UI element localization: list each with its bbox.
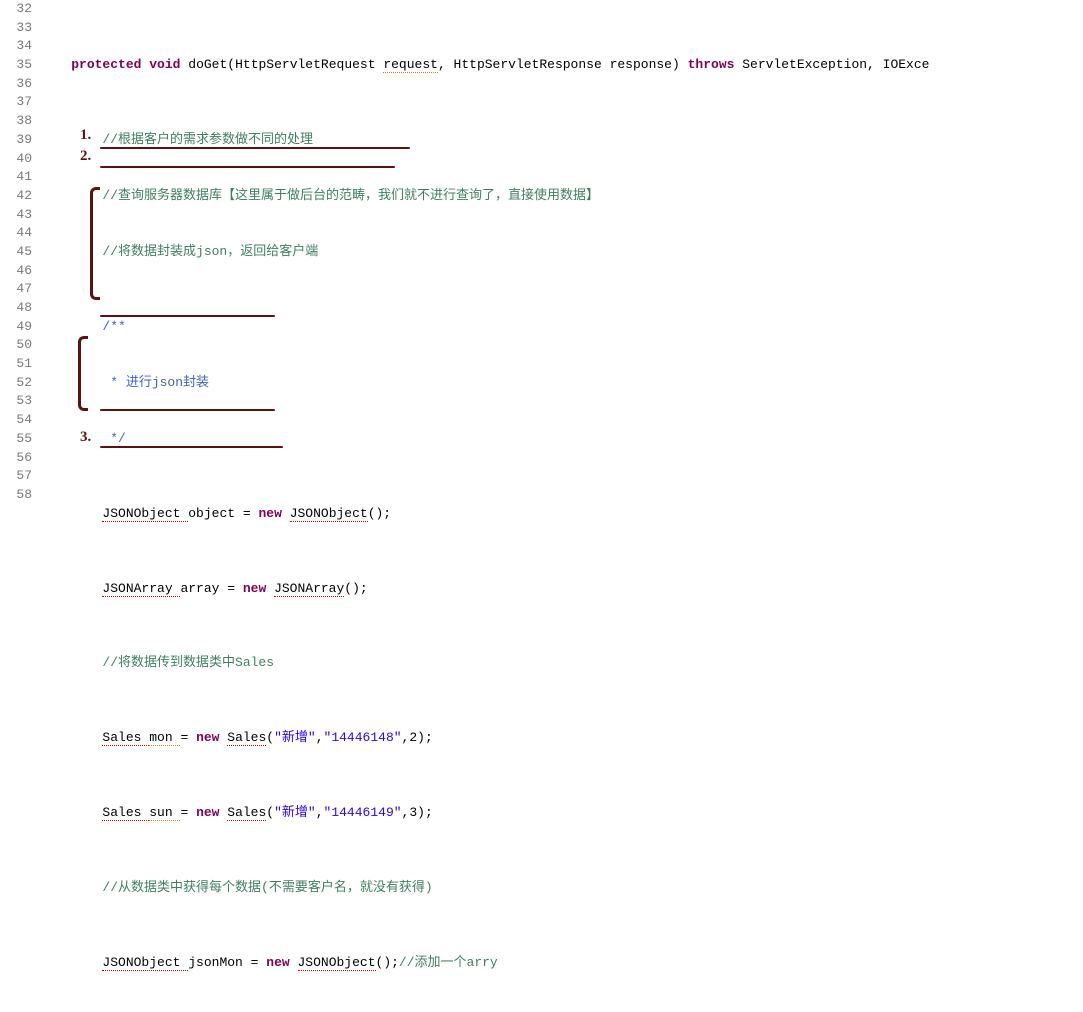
line-number: 52 (0, 374, 32, 393)
type: JSONArray (102, 581, 180, 597)
line-number: 49 (0, 318, 32, 337)
line-number: 40 (0, 150, 32, 169)
keyword: protected (71, 57, 141, 72)
line-number: 39 (0, 131, 32, 150)
line-number: 43 (0, 206, 32, 225)
string: "新增" (274, 805, 316, 820)
var: mon (149, 730, 180, 746)
type: JSONArray (274, 581, 344, 597)
string: "14446148" (324, 730, 402, 745)
annotation-number-2: 2. (80, 147, 91, 166)
code-line[interactable]: //查询服务器数据库【这里属于做后台的范畴，我们就不进行查询了，直接使用数据】 (40, 187, 1083, 206)
line-number: 55 (0, 430, 32, 449)
line-number: 53 (0, 392, 32, 411)
string: "新增" (274, 730, 316, 745)
keyword: void (149, 57, 180, 72)
doc-comment: /** (102, 319, 125, 334)
code-editor: 32 33 34 35 36 37 38 39 40 41 42 43 44 4… (0, 0, 1083, 506)
line-number: 38 (0, 112, 32, 131)
line-number: 54 (0, 411, 32, 430)
keyword: new (243, 581, 266, 596)
code-line[interactable]: protected void doGet(HttpServletRequest … (40, 56, 1083, 75)
var: object (188, 506, 243, 521)
annotation-underline (100, 315, 275, 317)
var: sun (149, 805, 180, 821)
type: Sales (227, 730, 266, 746)
line-number: 42 (0, 187, 32, 206)
line-number-gutter: 32 33 34 35 36 37 38 39 40 41 42 43 44 4… (0, 0, 40, 506)
code-line[interactable]: //根据客户的需求参数做不同的处理 (40, 131, 1083, 150)
code-line[interactable]: * 进行json封装 (40, 374, 1083, 393)
keyword: new (258, 506, 281, 521)
keyword: new (266, 955, 289, 970)
line-number: 51 (0, 355, 32, 374)
line-number: 32 (0, 0, 32, 19)
code-line[interactable]: JSONObject object = new JSONObject(); (40, 505, 1083, 524)
comment: //从数据类中获得每个数据(不需要客户名，就没有获得) (102, 880, 432, 895)
line-number: 33 (0, 19, 32, 38)
type: Sales (102, 805, 149, 821)
doc-comment: * 进行json封装 (110, 375, 209, 390)
line-number: 58 (0, 486, 32, 505)
line-number: 44 (0, 224, 32, 243)
string: "14446149" (324, 805, 402, 820)
annotation-underline (100, 166, 395, 168)
code-line[interactable]: //将数据封装成json，返回给客户端 (40, 243, 1083, 262)
comment: //将数据传到数据类中Sales (102, 655, 274, 670)
code-line[interactable]: */ (40, 430, 1083, 449)
var: array (180, 581, 227, 596)
code-line[interactable]: Sales sun = new Sales("新增","14446149",3)… (40, 804, 1083, 823)
keyword: new (196, 805, 219, 820)
comment: //根据客户的需求参数做不同的处理 (102, 132, 313, 147)
line-number: 47 (0, 280, 32, 299)
param: request (383, 57, 438, 73)
line-number: 36 (0, 75, 32, 94)
keyword: throws (688, 57, 735, 72)
comment: //查询服务器数据库【这里属于做后台的范畴，我们就不进行查询了，直接使用数据】 (102, 188, 599, 203)
code-line[interactable]: JSONObject jsonMon = new JSONObject();//… (40, 954, 1083, 973)
code-line[interactable]: //从数据类中获得每个数据(不需要客户名，就没有获得) (40, 879, 1083, 898)
code-line[interactable]: Sales mon = new Sales("新增","14446148",2)… (40, 729, 1083, 748)
line-number: 56 (0, 449, 32, 468)
param: response (610, 57, 672, 72)
annotation-underline (100, 409, 275, 411)
method-name: doGet (188, 57, 227, 72)
code-line[interactable]: JSONArray array = new JSONArray(); (40, 580, 1083, 599)
type: Sales (102, 730, 149, 746)
comment: //将数据封装成json，返回给客户端 (102, 244, 318, 259)
var: jsonMon (188, 955, 250, 970)
code-area[interactable]: protected void doGet(HttpServletRequest … (40, 0, 1083, 506)
type: JSONObject (290, 506, 368, 522)
line-number: 50 (0, 336, 32, 355)
line-number: 57 (0, 467, 32, 486)
type: JSONObject (102, 506, 188, 522)
type: JSONObject (102, 955, 188, 971)
line-number: 37 (0, 93, 32, 112)
code-line[interactable]: /** (40, 318, 1083, 337)
indent (40, 57, 71, 72)
type: JSONObject (298, 955, 376, 971)
line-number: 45 (0, 243, 32, 262)
comment: //添加一个arry (399, 955, 498, 970)
line-number: 48 (0, 299, 32, 318)
line-number: 46 (0, 262, 32, 281)
line-number: 34 (0, 37, 32, 56)
keyword: new (196, 730, 219, 745)
doc-comment: */ (110, 431, 126, 446)
line-number: 41 (0, 168, 32, 187)
type: Sales (227, 805, 266, 821)
line-number: 35 (0, 56, 32, 75)
code-line[interactable]: //将数据传到数据类中Sales (40, 654, 1083, 673)
